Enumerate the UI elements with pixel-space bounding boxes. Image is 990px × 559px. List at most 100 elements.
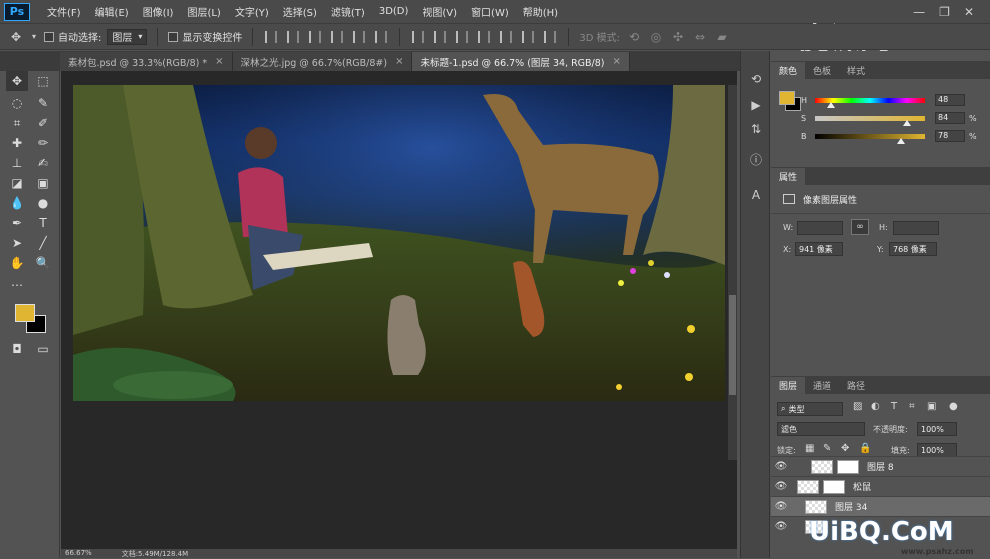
distribute-vcenter-icon[interactable]: [434, 30, 447, 43]
align-top-icon[interactable]: [265, 30, 278, 43]
distribute-hcenter-icon[interactable]: [500, 30, 513, 43]
hue-track[interactable]: [815, 97, 925, 108]
hand-tool-icon[interactable]: ✋: [6, 253, 28, 273]
close-icon[interactable]: ×: [613, 56, 621, 67]
tab-swatches[interactable]: 色板: [805, 62, 839, 79]
eraser-tool-icon[interactable]: ◪: [6, 173, 28, 193]
close-icon[interactable]: ×: [395, 56, 403, 67]
menu-window[interactable]: 窗口(W): [464, 4, 516, 19]
menu-image[interactable]: 图像(I): [136, 4, 181, 19]
fill-input[interactable]: 100%: [917, 443, 957, 457]
menu-3d[interactable]: 3D(D): [372, 6, 416, 17]
menu-help[interactable]: 帮助(H): [516, 4, 565, 19]
layer-row[interactable]: 👁 图层 8: [771, 456, 990, 476]
y-input[interactable]: 768 像素: [889, 242, 937, 256]
3d-scale-icon[interactable]: ▰: [714, 30, 730, 44]
type-tool-icon[interactable]: T: [32, 213, 54, 233]
color-fg-swatch[interactable]: [779, 91, 795, 105]
align-hcenter-icon[interactable]: [353, 30, 366, 43]
lock-transparent-icon[interactable]: ▦: [805, 443, 814, 454]
hue-slider[interactable]: H 48: [801, 93, 990, 108]
adjustments-icon[interactable]: ⇅: [748, 121, 764, 137]
auto-select-dropdown[interactable]: 图层 ▾: [107, 28, 148, 45]
3d-slide-icon[interactable]: ⇔: [692, 30, 708, 44]
3d-rotate-icon[interactable]: ⟲: [626, 30, 642, 44]
filter-type-icon[interactable]: T: [891, 401, 897, 412]
layer-name[interactable]: 图层 8: [867, 460, 894, 473]
brightness-thumb[interactable]: [897, 137, 905, 144]
saturation-slider[interactable]: S 84 %: [801, 111, 990, 126]
align-right-icon[interactable]: [375, 30, 388, 43]
blur-tool-icon[interactable]: 💧: [6, 193, 28, 213]
layer-name[interactable]: 松鼠: [853, 480, 871, 493]
align-left-icon[interactable]: [331, 30, 344, 43]
menu-type[interactable]: 文字(Y): [228, 4, 276, 19]
crop-tool-icon[interactable]: ⌗: [6, 113, 28, 133]
chevron-down-icon[interactable]: ▾: [30, 30, 38, 44]
maximize-button[interactable]: ❐: [939, 5, 950, 19]
tab-color[interactable]: 颜色: [771, 62, 806, 79]
line-tool-icon[interactable]: ╱: [32, 233, 54, 253]
filter-smart-icon[interactable]: ▣: [927, 401, 936, 412]
eye-icon[interactable]: 👁: [771, 521, 791, 532]
brightness-value[interactable]: 78: [935, 130, 965, 142]
layer-name[interactable]: 图层 34: [835, 500, 867, 513]
layer-filter-dropdown[interactable]: ⌕ 类型: [777, 402, 843, 416]
auto-select-checkbox[interactable]: 自动选择:: [44, 29, 101, 44]
character-icon[interactable]: A: [748, 187, 764, 203]
tab-layers[interactable]: 图层: [771, 377, 806, 394]
x-input[interactable]: 941 像素: [795, 242, 843, 256]
healing-tool-icon[interactable]: ✚: [6, 133, 28, 153]
brush-tool-icon[interactable]: ✏: [32, 133, 54, 153]
scrollbar-thumb[interactable]: [729, 295, 736, 395]
menu-file[interactable]: 文件(F): [40, 4, 88, 19]
saturation-track[interactable]: [815, 115, 925, 126]
gradient-tool-icon[interactable]: ▣: [32, 173, 54, 193]
lasso-tool-icon[interactable]: ◌: [6, 93, 28, 113]
saturation-thumb[interactable]: [903, 119, 911, 126]
show-transform-checkbox[interactable]: 显示变换控件: [168, 29, 242, 44]
lock-all-icon[interactable]: 🔒: [859, 443, 871, 454]
height-input[interactable]: [893, 221, 939, 235]
menu-layer[interactable]: 图层(L): [180, 4, 227, 19]
history-icon[interactable]: ⟲: [748, 71, 764, 87]
pen-tool-icon[interactable]: ✒: [6, 213, 28, 233]
vertical-scrollbar[interactable]: [728, 85, 737, 460]
lock-pixels-icon[interactable]: ✎: [823, 443, 831, 454]
hue-value[interactable]: 48: [935, 94, 965, 106]
auto-align-icon[interactable]: [544, 30, 557, 43]
eye-icon[interactable]: 👁: [771, 501, 791, 512]
menu-select[interactable]: 选择(S): [276, 4, 324, 19]
3d-roll-icon[interactable]: ◎: [648, 30, 664, 44]
opacity-input[interactable]: 100%: [917, 422, 957, 436]
tab-document-2[interactable]: 深林之光.jpg @ 66.7%(RGB/8#) ×: [232, 52, 413, 71]
filter-toggle-icon[interactable]: ●: [949, 401, 958, 412]
foreground-color-swatch[interactable]: [15, 304, 35, 322]
move-tool-icon[interactable]: ✥: [6, 71, 28, 91]
tab-paths[interactable]: 路径: [839, 377, 873, 394]
3d-pan-icon[interactable]: ✣: [670, 30, 686, 44]
zoom-tool-icon[interactable]: 🔍: [32, 253, 54, 273]
filter-adjust-icon[interactable]: ◐: [871, 401, 880, 412]
distribute-bottom-icon[interactable]: [456, 30, 469, 43]
distribute-left-icon[interactable]: [478, 30, 491, 43]
saturation-value[interactable]: 84: [935, 112, 965, 124]
menu-filter[interactable]: 滤镜(T): [324, 4, 372, 19]
width-input[interactable]: [797, 221, 843, 235]
stamp-tool-icon[interactable]: ⊥: [6, 153, 28, 173]
history-brush-tool-icon[interactable]: ✍: [32, 153, 54, 173]
quick-mask-icon[interactable]: ◘: [6, 339, 28, 359]
eye-icon[interactable]: 👁: [771, 461, 791, 472]
more-tools-icon[interactable]: ⋯: [6, 275, 28, 295]
actions-icon[interactable]: ▶: [748, 97, 764, 113]
menu-edit[interactable]: 编辑(E): [88, 4, 136, 19]
menu-view[interactable]: 视图(V): [415, 4, 464, 19]
close-icon[interactable]: ×: [215, 56, 223, 67]
eye-icon[interactable]: 👁: [771, 481, 791, 492]
distribute-right-icon[interactable]: [522, 30, 535, 43]
link-icon[interactable]: ∞: [851, 219, 869, 235]
blend-mode-dropdown[interactable]: 滤色: [777, 422, 865, 436]
brightness-track[interactable]: [815, 133, 925, 144]
document-canvas[interactable]: [73, 85, 725, 401]
canvas-area[interactable]: [61, 71, 737, 549]
